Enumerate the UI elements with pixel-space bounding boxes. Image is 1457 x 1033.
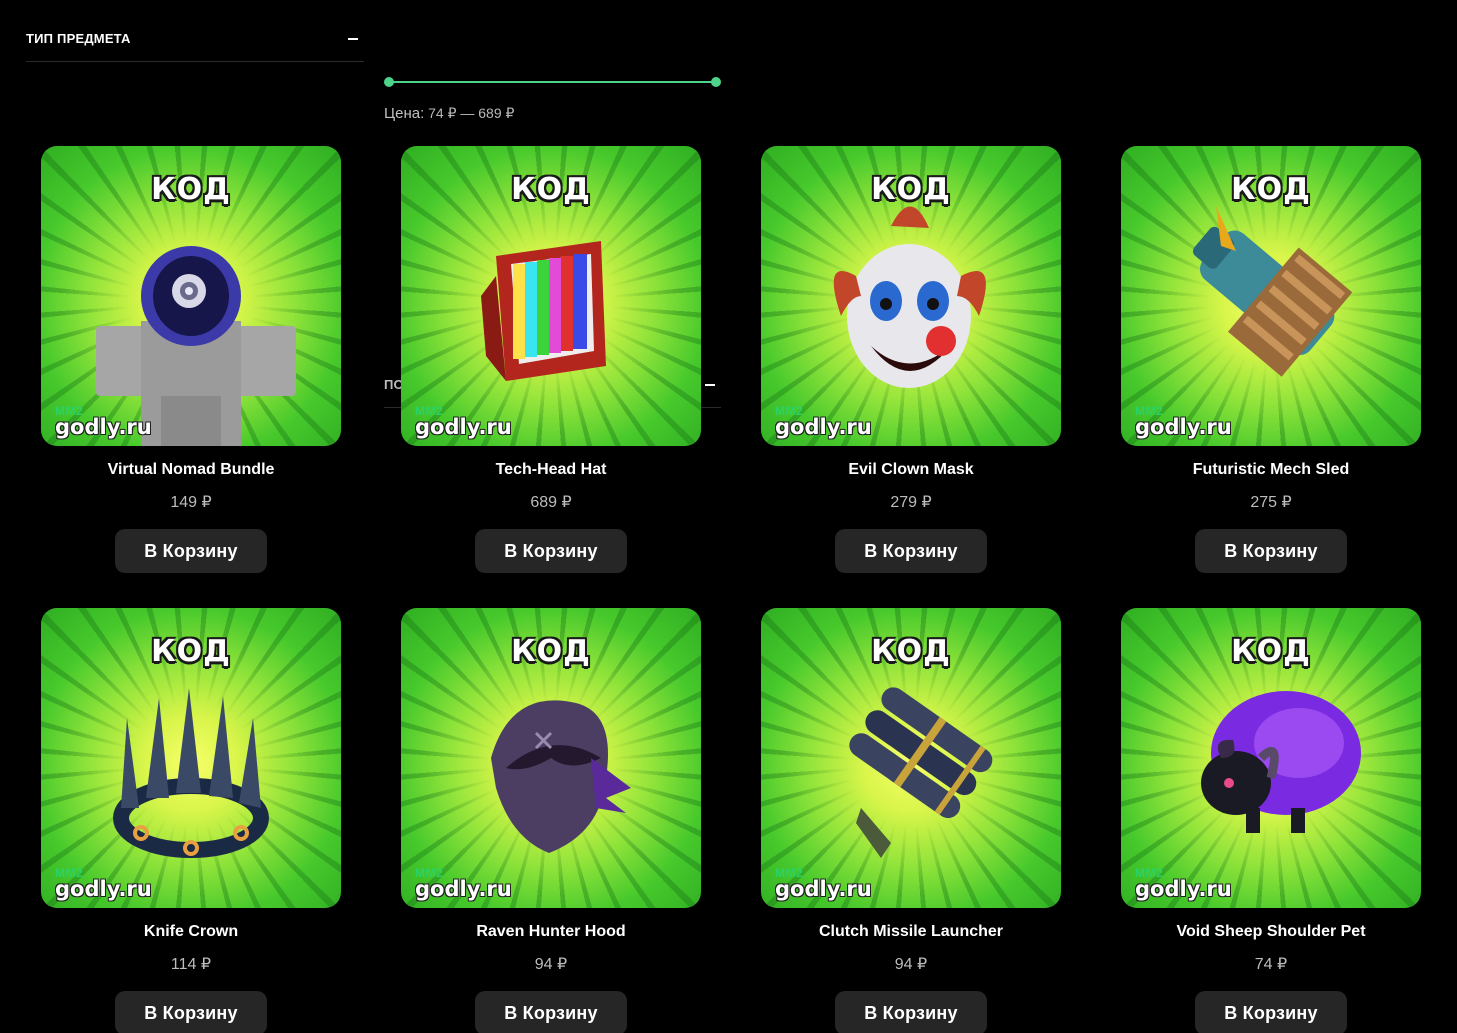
watermark-site: godly.ru	[55, 877, 152, 901]
slider-max-handle[interactable]	[711, 77, 721, 87]
add-to-cart-button[interactable]: В Корзину	[115, 529, 267, 573]
add-to-cart-button[interactable]: В Корзину	[475, 991, 627, 1033]
product-price: 114 ₽	[170, 956, 212, 973]
code-badge: КОД	[511, 172, 591, 207]
watermark-site: godly.ru	[415, 877, 512, 901]
product-name[interactable]: Raven Hunter Hood	[381, 923, 721, 941]
code-badge: КОД	[151, 634, 231, 669]
add-to-cart-button[interactable]: В Корзину	[475, 529, 627, 573]
product-name[interactable]: Void Sheep Shoulder Pet	[1101, 923, 1441, 941]
watermark-site: godly.ru	[55, 415, 152, 439]
watermark-site: godly.ru	[1135, 415, 1232, 439]
price-range-readout: Цена: 74 ₽ — 689 ₽	[384, 105, 514, 122]
product-image[interactable]: КОД MM2 godly.ru	[761, 608, 1061, 908]
watermark: MM2 godly.ru	[1135, 405, 1232, 439]
product-image[interactable]: КОД MM2 godly.ru	[761, 146, 1061, 446]
code-badge: КОД	[1231, 634, 1311, 669]
product-image[interactable]: КОД MM2 godly.ru	[41, 146, 341, 446]
product-name[interactable]: Tech-Head Hat	[381, 461, 721, 479]
product-price: 94 ₽	[894, 956, 928, 973]
slider-min-handle[interactable]	[384, 77, 394, 87]
product-price: 149 ₽	[170, 494, 212, 511]
price-range-value: 74 ₽ — 689 ₽	[428, 105, 515, 121]
code-badge: КОД	[1231, 172, 1311, 207]
watermark-site: godly.ru	[775, 415, 872, 439]
watermark-site: godly.ru	[1135, 877, 1232, 901]
product-price: 275 ₽	[1250, 494, 1292, 511]
code-badge: КОД	[871, 634, 951, 669]
product-image[interactable]: КОД MM2 godly.ru	[41, 608, 341, 908]
product-name[interactable]: Clutch Missile Launcher	[741, 923, 1081, 941]
product-image[interactable]: КОД MM2 godly.ru	[1121, 146, 1421, 446]
add-to-cart-button[interactable]: В Корзину	[1195, 529, 1347, 573]
product-name[interactable]: Knife Crown	[21, 923, 361, 941]
watermark: MM2 godly.ru	[775, 867, 872, 901]
add-to-cart-button[interactable]: В Корзину	[835, 991, 987, 1033]
watermark-site: godly.ru	[415, 415, 512, 439]
product-price: 94 ₽	[534, 956, 568, 973]
code-badge: КОД	[871, 172, 951, 207]
add-to-cart-button[interactable]: В Корзину	[115, 991, 267, 1033]
watermark: MM2 godly.ru	[415, 405, 512, 439]
filter-item-type[interactable]: ТИП ПРЕДМЕТА	[26, 0, 364, 62]
minus-icon[interactable]	[348, 38, 358, 40]
product-image[interactable]: КОД MM2 godly.ru	[1121, 608, 1421, 908]
slider-track	[389, 81, 716, 83]
product-name[interactable]: Virtual Nomad Bundle	[21, 461, 361, 479]
product-image[interactable]: КОД MM2 godly.ru	[401, 608, 701, 908]
product-price: 279 ₽	[890, 494, 932, 511]
watermark: MM2 godly.ru	[55, 867, 152, 901]
watermark-site: godly.ru	[775, 877, 872, 901]
add-to-cart-button[interactable]: В Корзину	[1195, 991, 1347, 1033]
code-badge: КОД	[151, 172, 231, 207]
watermark: MM2 godly.ru	[55, 405, 152, 439]
watermark: MM2 godly.ru	[415, 867, 512, 901]
add-to-cart-button[interactable]: В Корзину	[835, 529, 987, 573]
filter-title-item-type: ТИП ПРЕДМЕТА	[26, 31, 131, 46]
product-price: 689 ₽	[530, 494, 572, 511]
product-price: 74 ₽	[1254, 956, 1288, 973]
product-image[interactable]: КОД MM2 godly.ru	[401, 146, 701, 446]
minus-icon[interactable]	[705, 384, 715, 386]
watermark: MM2 godly.ru	[1135, 867, 1232, 901]
product-name[interactable]: Evil Clown Mask	[741, 461, 1081, 479]
price-range-slider[interactable]	[384, 76, 721, 88]
watermark: MM2 godly.ru	[775, 405, 872, 439]
product-name[interactable]: Futuristic Mech Sled	[1101, 461, 1441, 479]
price-range-label: Цена:	[384, 105, 425, 122]
code-badge: КОД	[511, 634, 591, 669]
